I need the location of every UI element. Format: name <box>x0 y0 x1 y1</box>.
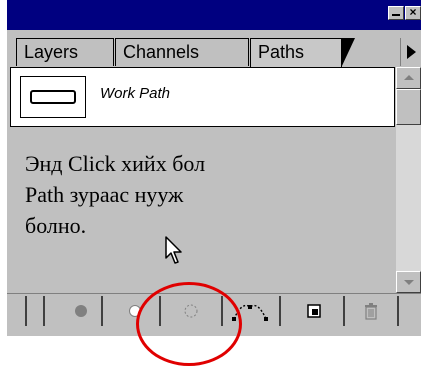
toolbar-divider <box>25 296 27 326</box>
path-thumbnail-icon <box>20 76 86 118</box>
paths-palette: × Layers Channels Paths Work Path Энд Cl… <box>7 0 421 336</box>
close-icon: × <box>409 5 417 19</box>
new-path-button[interactable] <box>293 296 337 326</box>
palette-tabs: Layers Channels Paths <box>7 30 421 68</box>
annotation-circle <box>136 282 242 366</box>
palette-menu-button[interactable] <box>400 38 421 66</box>
fill-path-button[interactable] <box>63 296 99 326</box>
toolbar-divider <box>101 296 103 326</box>
toolbar-divider <box>343 296 345 326</box>
trash-icon <box>365 303 377 320</box>
instruction-text: Энд Click хийх бол Path зураас нууж болн… <box>25 148 305 241</box>
toolbar-divider <box>397 296 399 326</box>
palette-titlebar[interactable]: × <box>7 0 421 30</box>
tab-channels[interactable]: Channels <box>115 38 249 66</box>
tab-layers[interactable]: Layers <box>16 38 114 66</box>
instruction-line: Path зураас нууж <box>25 182 184 207</box>
scroll-down-button[interactable] <box>396 271 421 293</box>
toolbar-divider <box>43 296 45 326</box>
toolbar-divider <box>279 296 281 326</box>
close-button[interactable]: × <box>405 6 421 20</box>
arrow-up-icon <box>404 75 414 80</box>
scroll-up-button[interactable] <box>396 67 421 89</box>
minimize-button[interactable] <box>388 6 404 20</box>
list-scrollbar[interactable] <box>396 67 421 293</box>
mouse-pointer-icon <box>165 236 182 264</box>
path-list: Work Path <box>10 67 395 127</box>
delete-path-button[interactable] <box>351 296 391 326</box>
fill-path-icon <box>75 305 87 317</box>
instruction-line: Энд Click хийх бол <box>25 151 206 176</box>
arrow-down-icon <box>404 280 414 285</box>
menu-arrow-icon <box>407 45 416 59</box>
new-path-icon <box>307 304 321 318</box>
tab-paths[interactable]: Paths <box>250 38 355 68</box>
path-name-label: Work Path <box>100 85 171 102</box>
scroll-thumb[interactable] <box>396 89 421 125</box>
minimize-icon <box>392 14 400 16</box>
